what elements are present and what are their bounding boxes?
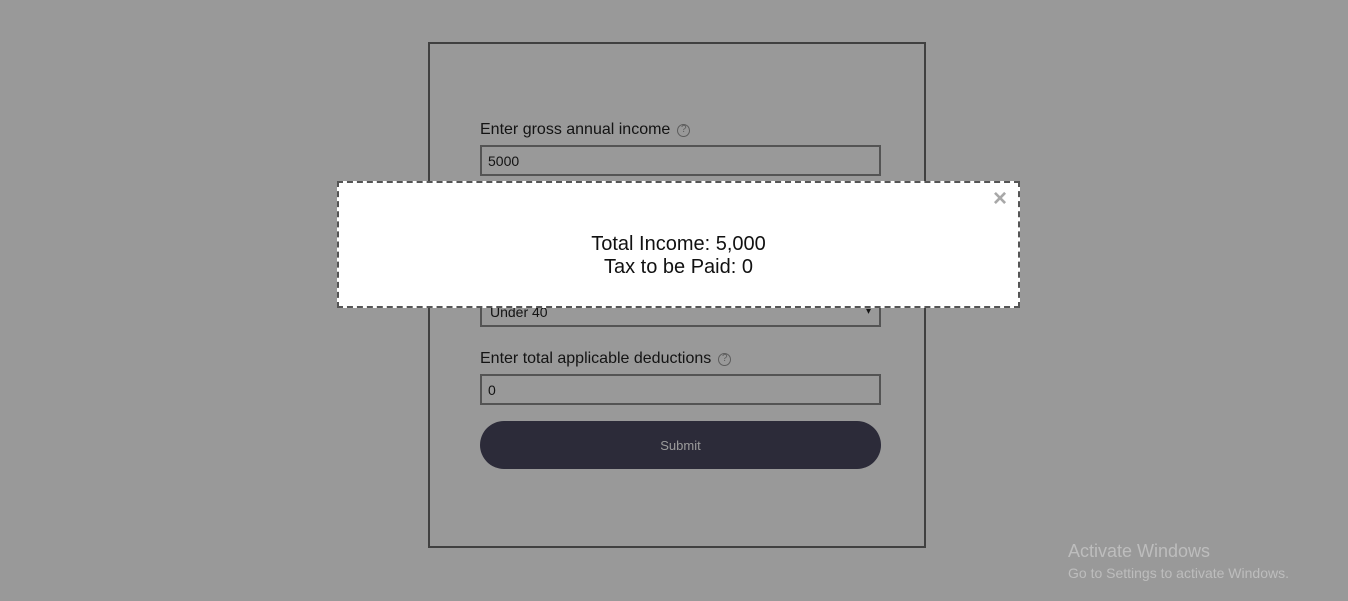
page: Enter gross annual income ? Under 40 ▾ E… <box>0 0 1348 601</box>
watermark-subtitle: Go to Settings to activate Windows. <box>1068 565 1289 581</box>
result-modal: × Total Income: 5,000 Tax to be Paid: 0 <box>337 181 1020 308</box>
total-income-text: Total Income: 5,000 <box>591 233 766 255</box>
close-icon[interactable]: × <box>993 187 1007 211</box>
watermark-title: Activate Windows <box>1068 541 1211 561</box>
tax-to-be-paid-text: Tax to be Paid: 0 <box>604 256 753 278</box>
activate-windows-watermark: Activate Windows Go to Settings to activ… <box>1068 540 1289 584</box>
result-text: Total Income: 5,000 Tax to be Paid: 0 <box>339 233 1018 279</box>
